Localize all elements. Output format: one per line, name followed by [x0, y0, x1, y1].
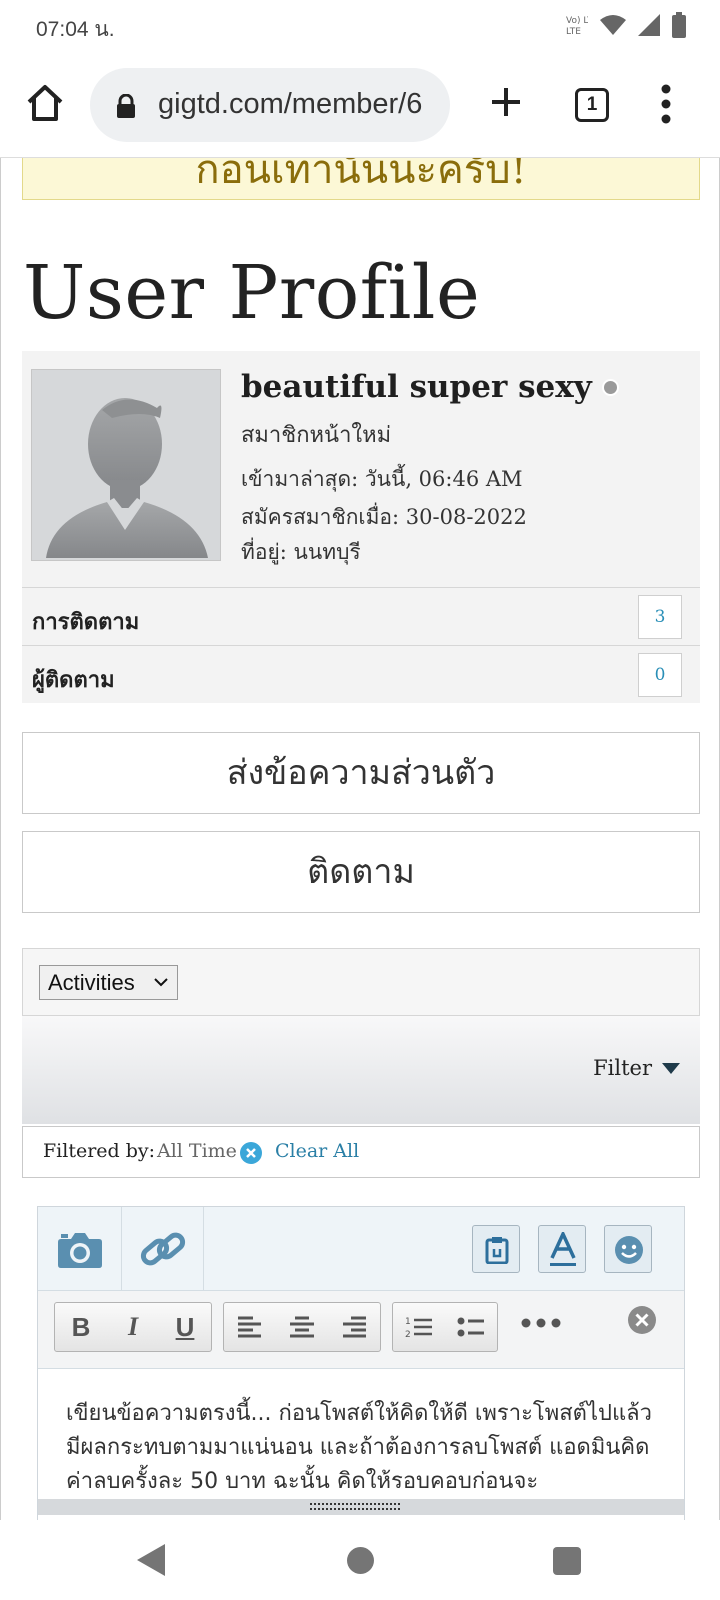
svg-text:1: 1: [405, 1317, 411, 1327]
remove-filter-icon[interactable]: [240, 1142, 262, 1164]
page-title: User Profile: [23, 250, 481, 336]
post-editor: B I U 12 เขียนข้อความตรงนี้... ก่อนโพสต์…: [37, 1206, 685, 1520]
url-text: gigtd.com/member/6: [158, 88, 423, 120]
svg-text:2: 2: [405, 1330, 411, 1339]
align-left-button[interactable]: [224, 1303, 276, 1351]
home-nav-icon[interactable]: [347, 1547, 374, 1574]
align-group: [223, 1302, 381, 1352]
bullet-list-button[interactable]: [445, 1303, 497, 1351]
system-nav-bar: [0, 1520, 720, 1600]
filter-toggle[interactable]: Filter: [593, 1056, 680, 1080]
ordered-list-button[interactable]: 12: [393, 1303, 445, 1351]
align-right-button[interactable]: [328, 1303, 380, 1351]
link-icon: [140, 1232, 186, 1266]
follow-button[interactable]: ติดตาม: [22, 831, 700, 913]
following-count[interactable]: 3: [638, 595, 682, 639]
default-avatar-icon: [46, 398, 208, 558]
new-tab-icon[interactable]: [488, 84, 524, 120]
filter-value: All Time: [157, 1140, 237, 1162]
text-color-button[interactable]: [538, 1225, 586, 1273]
browser-toolbar: gigtd.com/member/6 1: [0, 54, 720, 158]
location: ที่อยู่: นนทบุรี: [241, 540, 361, 564]
profile-card: beautiful super sexy สมาชิกหน้าใหม่ เข้า…: [22, 351, 700, 703]
align-left-icon: [238, 1316, 261, 1338]
home-icon[interactable]: [24, 82, 66, 124]
notice-text: ก่อนเท่านั้นนะครับ!: [195, 158, 527, 193]
avatar[interactable]: [31, 369, 221, 561]
followers-count[interactable]: 0: [638, 653, 682, 697]
grip-icon: [310, 1503, 402, 1510]
filtered-by-label: Filtered by:: [43, 1140, 156, 1162]
svg-text:LTE: LTE: [566, 27, 581, 37]
editor-media-toolbar: [38, 1207, 684, 1291]
bold-button[interactable]: B: [55, 1303, 107, 1351]
username: beautiful super sexy: [241, 369, 592, 405]
page-content: ก่อนเท่านั้นนะครับ! User Profile beautif…: [0, 158, 720, 1520]
font-color-icon: [550, 1232, 576, 1266]
last-seen: เข้ามาล่าสุด: วันนี้, 06:46 AM: [241, 467, 523, 491]
photo-button[interactable]: [38, 1207, 122, 1291]
more-menu-icon[interactable]: [660, 84, 672, 124]
clipboard-button[interactable]: [472, 1225, 520, 1273]
signal-icon: [638, 14, 660, 36]
editor-format-toolbar: B I U 12: [38, 1291, 684, 1369]
status-icons: Vo) LTE LTE: [564, 12, 686, 38]
tab-switcher-button[interactable]: 1: [575, 88, 609, 122]
following-label: การติดตาม: [32, 610, 140, 635]
following-row: การติดตาม 3: [22, 587, 700, 645]
member-rank: สมาชิกหน้าใหม่: [241, 423, 392, 448]
bullet-list-icon: [457, 1317, 484, 1337]
filtered-by-bar: Filtered by: All Time Clear All: [22, 1126, 700, 1178]
private-message-button[interactable]: ส่งข้อความส่วนตัว: [22, 732, 700, 814]
editor-textarea[interactable]: เขียนข้อความตรงนี้... ก่อนโพสต์ให้คิดให้…: [66, 1397, 666, 1499]
back-icon[interactable]: [135, 1542, 167, 1578]
battery-icon: [672, 12, 686, 38]
caret-down-icon: [662, 1063, 680, 1074]
clear-all-link[interactable]: Clear All: [275, 1140, 359, 1162]
recent-apps-icon[interactable]: [553, 1547, 581, 1575]
status-bar: 07:04 น. Vo) LTE LTE: [0, 0, 720, 54]
volte-icon: Vo) LTE LTE: [566, 16, 588, 37]
chevron-down-icon: [154, 978, 168, 987]
ordered-list-icon: 12: [405, 1317, 432, 1339]
resize-handle[interactable]: [38, 1499, 684, 1515]
list-group: 12: [392, 1302, 498, 1352]
activities-select-value: Activities: [48, 970, 135, 995]
align-center-button[interactable]: [276, 1303, 328, 1351]
camera-icon: [58, 1233, 102, 1268]
activities-select[interactable]: Activities: [39, 965, 178, 1000]
notice-banner: ก่อนเท่านั้นนะครับ!: [22, 158, 700, 200]
align-center-icon: [290, 1316, 314, 1338]
address-bar[interactable]: gigtd.com/member/6: [90, 68, 450, 142]
emoji-button[interactable]: [604, 1225, 652, 1273]
wifi-icon: [600, 15, 626, 35]
filter-label: Filter: [593, 1056, 652, 1080]
align-right-icon: [343, 1316, 366, 1338]
text-style-group: B I U: [54, 1302, 212, 1352]
followers-row: ผู้ติดตาม 0: [22, 645, 700, 703]
smiley-icon: [615, 1236, 643, 1264]
close-icon[interactable]: [627, 1305, 657, 1335]
underline-button[interactable]: U: [159, 1303, 211, 1351]
clipboard-icon: [485, 1237, 509, 1264]
link-button[interactable]: [122, 1207, 204, 1291]
svg-text:Vo) LTE: Vo) LTE: [566, 16, 588, 26]
filter-bar: Filter: [22, 1016, 700, 1124]
italic-button[interactable]: I: [107, 1303, 159, 1351]
lock-icon: [117, 94, 135, 118]
username-row: beautiful super sexy: [241, 369, 619, 405]
followers-label: ผู้ติดตาม: [32, 668, 115, 693]
offline-status-icon: [601, 378, 619, 396]
activities-bar: Activities: [22, 948, 700, 1016]
status-time: 07:04 น.: [36, 18, 115, 41]
join-date: สมัครสมาชิกเมื่อ: 30-08-2022: [241, 505, 527, 529]
more-options-icon[interactable]: [520, 1317, 562, 1329]
